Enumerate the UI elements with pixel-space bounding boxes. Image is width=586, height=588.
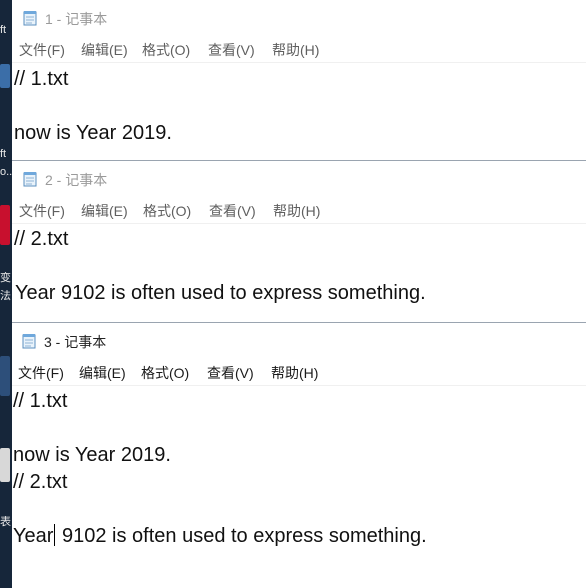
text-segment: 9102 is often used to express something. bbox=[56, 525, 427, 547]
desktop-label: 法: bbox=[0, 290, 12, 302]
notepad-window-3[interactable]: 3 - 记事本 文件(F) 编辑(E) 格式(O) 查看(V) 帮助(H) //… bbox=[12, 323, 586, 588]
menu-format[interactable]: 格式(O) bbox=[143, 201, 191, 221]
text-line: Year 9102 is often used to express somet… bbox=[13, 524, 427, 548]
title-bar[interactable]: 3 - 记事本 bbox=[12, 323, 586, 358]
text-editor[interactable]: // 1.txt now is Year 2019. // 2.txt Year… bbox=[12, 386, 586, 588]
menu-format[interactable]: 格式(O) bbox=[141, 363, 189, 383]
text-editor[interactable]: // 1.txt now is Year 2019. bbox=[12, 63, 586, 160]
text-line: // 1.txt bbox=[14, 68, 69, 90]
notepad-icon bbox=[23, 172, 37, 187]
notepad-window-2[interactable]: 2 - 记事本 文件(F) 编辑(E) 格式(O) 查看(V) 帮助(H) //… bbox=[12, 161, 586, 322]
menu-bar: 文件(F) 编辑(E) 格式(O) 查看(V) 帮助(H) bbox=[12, 35, 586, 63]
window-title: 2 - 记事本 bbox=[45, 172, 108, 188]
desktop-label: o.. bbox=[0, 166, 12, 178]
desktop-label: 变 bbox=[0, 272, 11, 284]
menu-file[interactable]: 文件(F) bbox=[18, 363, 64, 383]
menu-help[interactable]: 帮助(H) bbox=[272, 40, 319, 60]
desktop-label: ft bbox=[0, 24, 7, 36]
menu-edit[interactable]: 编辑(E) bbox=[81, 201, 128, 221]
window-title: 3 - 记事本 bbox=[44, 334, 107, 350]
desktop-app-icon[interactable] bbox=[0, 205, 10, 245]
menu-view[interactable]: 查看(V) bbox=[207, 363, 254, 383]
notepad-window-1[interactable]: 1 - 记事本 文件(F) 编辑(E) 格式(O) 查看(V) 帮助(H) //… bbox=[12, 0, 586, 160]
menu-file[interactable]: 文件(F) bbox=[19, 201, 65, 221]
desktop-label: ft bbox=[0, 148, 7, 160]
desktop-label: 表 bbox=[0, 516, 11, 528]
title-bar[interactable]: 1 - 记事本 bbox=[12, 0, 586, 35]
text-segment: Year bbox=[13, 525, 54, 547]
text-line: now is Year 2019. bbox=[13, 444, 171, 466]
desktop-app-icon[interactable] bbox=[0, 356, 10, 396]
text-line: // 2.txt bbox=[14, 228, 69, 250]
menu-format[interactable]: 格式(O) bbox=[142, 40, 190, 60]
desktop-app-icon[interactable] bbox=[0, 448, 10, 482]
window-title: 1 - 记事本 bbox=[45, 11, 108, 27]
menu-view[interactable]: 查看(V) bbox=[209, 201, 256, 221]
desktop-app-icon[interactable] bbox=[0, 64, 10, 88]
notepad-icon bbox=[22, 334, 36, 349]
notepad-icon bbox=[23, 11, 37, 26]
menu-edit[interactable]: 编辑(E) bbox=[81, 40, 128, 60]
text-line: Year 9102 is often used to express somet… bbox=[15, 282, 426, 304]
menu-edit[interactable]: 编辑(E) bbox=[79, 363, 126, 383]
title-bar[interactable]: 2 - 记事本 bbox=[12, 161, 586, 196]
menu-view[interactable]: 查看(V) bbox=[208, 40, 255, 60]
menu-bar: 文件(F) 编辑(E) 格式(O) 查看(V) 帮助(H) bbox=[12, 358, 586, 386]
text-line: // 1.txt bbox=[13, 390, 68, 412]
menu-help[interactable]: 帮助(H) bbox=[271, 363, 318, 383]
text-editor[interactable]: // 2.txt Year 9102 is often used to expr… bbox=[12, 224, 586, 322]
menu-bar: 文件(F) 编辑(E) 格式(O) 查看(V) 帮助(H) bbox=[12, 196, 586, 224]
menu-file[interactable]: 文件(F) bbox=[19, 40, 65, 60]
text-line: // 2.txt bbox=[13, 471, 68, 493]
menu-help[interactable]: 帮助(H) bbox=[273, 201, 320, 221]
text-line: now is Year 2019. bbox=[14, 122, 172, 144]
